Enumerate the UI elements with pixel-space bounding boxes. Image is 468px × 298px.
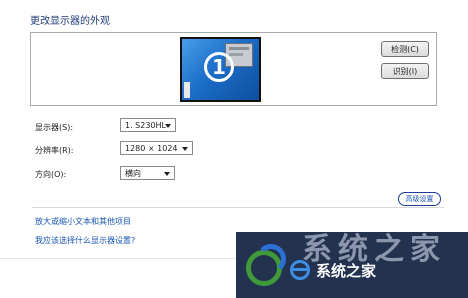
identify-button[interactable]: 识别(I) [381, 63, 429, 79]
secondary-window-bar [229, 47, 249, 50]
chevron-down-icon [165, 124, 171, 128]
monitor-number-badge: 1 [204, 52, 234, 82]
text-size-link[interactable]: 放大或缩小文本和其他项目 [35, 216, 131, 227]
resolution-label: 分辨率(R): [35, 146, 74, 155]
display-select[interactable]: 1. S230HL [120, 118, 176, 132]
secondary-window-bar-2 [229, 53, 243, 56]
divider [0, 258, 238, 259]
orientation-select[interactable]: 横向 [120, 166, 175, 180]
chevron-down-icon [164, 172, 170, 176]
chevron-down-icon [182, 147, 188, 151]
watermark-overlay: 系统之家 系统之家 [236, 232, 468, 298]
orientation-select-value: 横向 [125, 168, 141, 178]
orientation-label: 方向(O): [35, 170, 67, 179]
display-select-value: 1. S230HL [125, 120, 166, 130]
monitor-taskbar-graphic [184, 82, 190, 98]
advanced-settings-link[interactable]: 高级设置 [398, 192, 441, 206]
divider [32, 207, 444, 208]
display-label: 显示器(S): [35, 123, 74, 132]
ie-e-bar-icon [292, 268, 308, 271]
which-settings-link[interactable]: 我应该选择什么显示器设置? [35, 235, 135, 246]
page-title: 更改显示器的外观 [30, 16, 110, 27]
resolution-select-value: 1280 × 1024 [125, 143, 178, 153]
detect-button[interactable]: 检测(C) [381, 41, 429, 57]
watermark-logo-arc-icon [256, 244, 286, 274]
monitor-1-thumbnail[interactable]: 1 [180, 37, 261, 102]
watermark-brand-text: 系统之家 [316, 262, 377, 280]
resolution-select[interactable]: 1280 × 1024 [120, 141, 193, 155]
